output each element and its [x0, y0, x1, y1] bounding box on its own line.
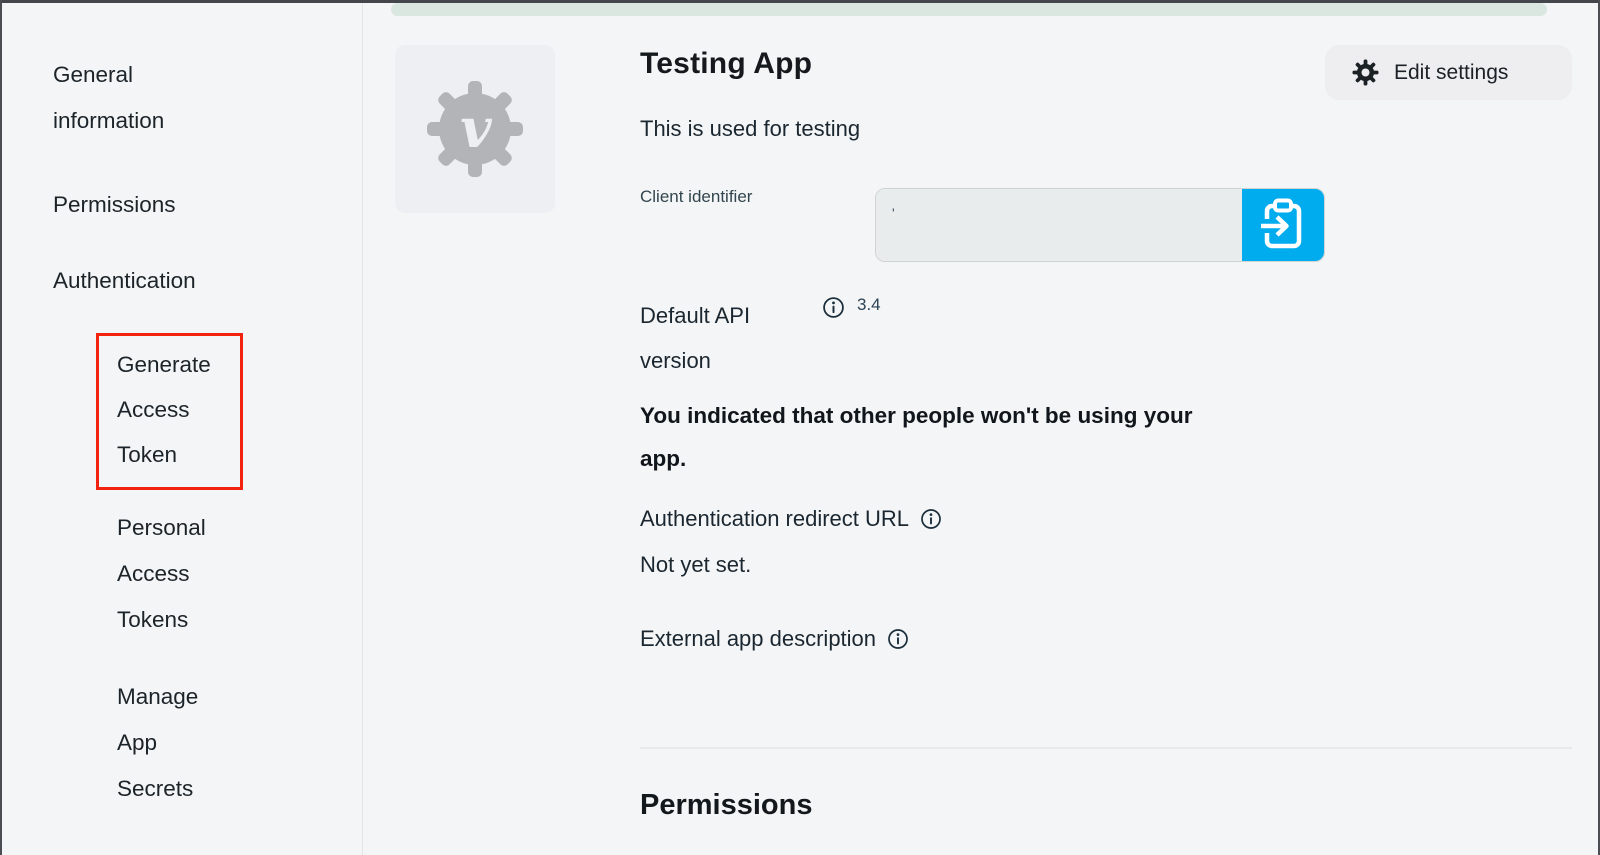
- usage-notice: You indicated that other people won't be…: [640, 395, 1200, 480]
- copy-client-identifier-button[interactable]: [1242, 189, 1324, 261]
- vimeo-gear-icon: v: [423, 77, 527, 181]
- info-icon[interactable]: [887, 628, 909, 650]
- auth-redirect-label: Authentication redirect URL: [640, 506, 909, 532]
- auth-redirect-row: Authentication redirect URL: [640, 506, 942, 532]
- sidebar-item-authentication[interactable]: Authentication: [53, 258, 228, 304]
- sidebar-item-generate-access-token[interactable]: Generate Access Token: [96, 333, 243, 490]
- permissions-section-heading: Permissions: [640, 789, 812, 822]
- default-api-version-value: 3.4: [857, 295, 881, 315]
- sidebar-item-personal-access-tokens[interactable]: Personal Access Tokens: [117, 505, 237, 643]
- sidebar-item-manage-app-secrets[interactable]: Manage App Secrets: [117, 674, 237, 812]
- app-settings-page: General information Permissions Authenti…: [0, 0, 1600, 855]
- external-description-label: External app description: [640, 626, 876, 652]
- sidebar-item-general-information[interactable]: General information: [53, 52, 228, 144]
- success-toast-edge: [391, 3, 1547, 16]
- app-description: This is used for testing: [640, 116, 860, 142]
- section-divider: [640, 747, 1572, 749]
- clipboard-arrow-icon: [1260, 198, 1306, 252]
- gear-icon: [1352, 59, 1379, 86]
- sidebar-divider: [362, 3, 363, 855]
- sidebar-item-permissions[interactable]: Permissions: [53, 182, 228, 228]
- edit-settings-button[interactable]: Edit settings: [1325, 45, 1572, 100]
- client-identifier-label: Client identifier: [640, 187, 752, 207]
- window-left-border: [0, 0, 2, 855]
- client-identifier-field[interactable]: ': [876, 189, 1242, 261]
- info-icon[interactable]: [920, 508, 942, 530]
- auth-redirect-status: Not yet set.: [640, 552, 751, 578]
- page-title: Testing App: [640, 47, 812, 81]
- info-icon[interactable]: [822, 296, 845, 319]
- edit-settings-label: Edit settings: [1394, 61, 1508, 85]
- app-icon-tile: v: [395, 45, 555, 213]
- client-identifier-group: ': [875, 188, 1325, 262]
- default-api-version-label: Default API version: [640, 293, 790, 383]
- external-description-row: External app description: [640, 626, 909, 652]
- vimeo-v-letter: v: [460, 96, 492, 160]
- not-yet-set-text: Not yet set.: [640, 552, 751, 578]
